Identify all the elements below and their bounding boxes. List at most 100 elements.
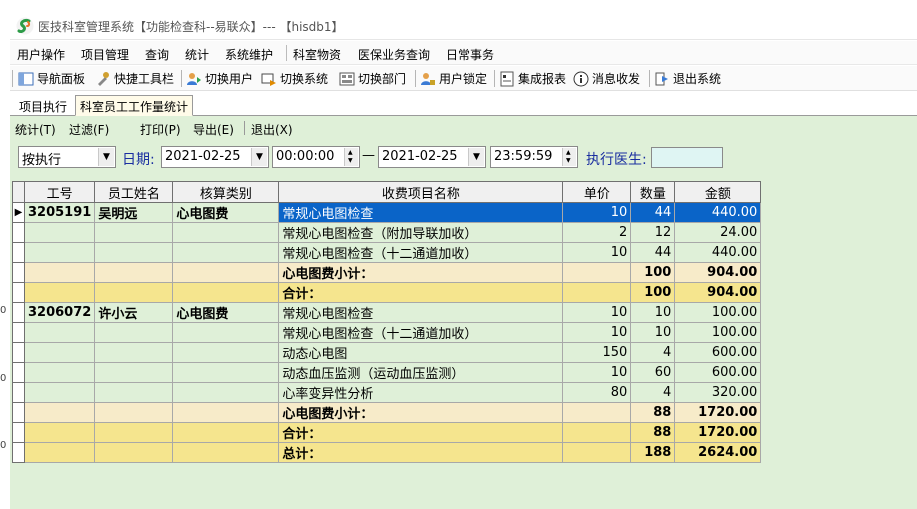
cell-item[interactable]: 常规心电图检查（附加导联加收） (278, 222, 564, 243)
cell-name[interactable] (94, 222, 174, 243)
spin-icon[interactable]: ▲ ▼ (344, 148, 358, 166)
menu-statistics[interactable]: 统计 (185, 46, 209, 63)
cell-qty[interactable]: 12 (630, 222, 676, 243)
cell-price[interactable]: 10 (562, 362, 632, 383)
cell-amount[interactable]: 100.00 (674, 302, 762, 323)
tab-staff-workload-stats[interactable]: 科室员工工作量统计 (75, 95, 194, 116)
table-row[interactable]: 动态血压监测（运动血压监测） 10 60 600.00 (12, 362, 762, 383)
table-row[interactable]: 心率变异性分析 80 4 320.00 (12, 382, 762, 403)
cell-item[interactable]: 总计： (278, 442, 564, 463)
cell-category[interactable] (172, 422, 280, 443)
cell-name[interactable] (94, 442, 174, 463)
cell-item[interactable]: 常规心电图检查（十二通道加收） (278, 322, 564, 343)
cell-category[interactable] (172, 242, 280, 263)
table-row[interactable]: 常规心电图检查（十二通道加收） 10 44 440.00 (12, 242, 762, 263)
cell-id[interactable]: 3205191 (23, 202, 96, 223)
cell-category[interactable] (172, 222, 280, 243)
cell-amount[interactable]: 100.00 (674, 322, 762, 343)
cell-price[interactable]: 10 (562, 322, 632, 343)
column-header-name[interactable]: 员工姓名 (94, 181, 174, 203)
table-row[interactable]: 常规心电图检查（十二通道加收） 10 10 100.00 (12, 322, 762, 343)
end-time-input[interactable]: 23:59:59 ▲ ▼ (490, 146, 578, 168)
cell-category[interactable]: 心电图费 (172, 302, 280, 323)
quick-toolbar-button[interactable]: 快捷工具栏 (95, 70, 174, 87)
column-header-amount[interactable]: 金额 (674, 181, 762, 203)
cell-qty[interactable]: 10 (630, 302, 676, 323)
nav-panel-button[interactable]: 导航面板 (18, 70, 85, 87)
cell-amount[interactable]: 904.00 (674, 282, 762, 303)
cell-qty[interactable]: 100 (630, 282, 676, 303)
cell-amount[interactable]: 2624.00 (674, 442, 762, 463)
switch-dept-button[interactable]: 切换部门 (339, 70, 406, 87)
chevron-down-icon[interactable]: ▼ (98, 148, 114, 166)
column-header-category[interactable]: 核算类别 (172, 181, 280, 203)
cell-qty[interactable]: 4 (630, 342, 676, 363)
table-row[interactable]: 常规心电图检查（附加导联加收） 2 12 24.00 (12, 222, 762, 243)
cell-amount[interactable]: 1720.00 (674, 402, 762, 423)
cell-id[interactable] (23, 222, 96, 243)
cell-id[interactable] (23, 342, 96, 363)
cell-price[interactable]: 2 (562, 222, 632, 243)
table-row[interactable]: 合计： 100 904.00 (12, 282, 762, 303)
cell-category[interactable] (172, 362, 280, 383)
cell-id[interactable] (23, 402, 96, 423)
menu-user-ops[interactable]: 用户操作 (17, 46, 65, 63)
start-date-picker[interactable]: 2021-02-25 ▼ (161, 146, 269, 168)
cell-qty[interactable]: 88 (630, 402, 676, 423)
column-header-qty[interactable]: 数量 (630, 181, 676, 203)
cell-amount[interactable]: 320.00 (674, 382, 762, 403)
cell-category[interactable] (172, 382, 280, 403)
cell-amount[interactable]: 440.00 (674, 202, 762, 223)
cell-name[interactable] (94, 282, 174, 303)
cell-name[interactable] (94, 262, 174, 283)
cell-price[interactable] (562, 442, 632, 463)
cell-qty[interactable]: 10 (630, 322, 676, 343)
cell-name[interactable] (94, 322, 174, 343)
cell-category[interactable] (172, 282, 280, 303)
cell-category[interactable] (172, 262, 280, 283)
spin-icon[interactable]: ▲ ▼ (562, 148, 576, 166)
cell-item[interactable]: 合计： (278, 282, 564, 303)
cell-name[interactable] (94, 342, 174, 363)
cell-price[interactable]: 150 (562, 342, 632, 363)
integrated-report-button[interactable]: 集成报表 (499, 70, 566, 87)
cell-id[interactable]: 3206072 (23, 302, 96, 323)
cell-id[interactable] (23, 362, 96, 383)
table-row[interactable]: 合计： 88 1720.00 (12, 422, 762, 443)
cell-price[interactable]: 10 (562, 202, 632, 223)
cell-name[interactable]: 许小云 (94, 302, 174, 323)
cell-id[interactable] (23, 442, 96, 463)
cell-name[interactable] (94, 402, 174, 423)
start-time-input[interactable]: 00:00:00 ▲ ▼ (272, 146, 360, 168)
table-row[interactable]: ▶ 3205191 吴明远 心电图费 常规心电图检查 10 44 440.00 (12, 202, 762, 223)
cell-item[interactable]: 动态心电图 (278, 342, 564, 363)
cell-qty[interactable]: 60 (630, 362, 676, 383)
cell-name[interactable] (94, 382, 174, 403)
cell-amount[interactable]: 600.00 (674, 342, 762, 363)
filter-button[interactable]: 过滤(F) (69, 121, 109, 138)
cell-amount[interactable]: 440.00 (674, 242, 762, 263)
cell-item[interactable]: 合计： (278, 422, 564, 443)
cell-id[interactable] (23, 422, 96, 443)
cell-item[interactable]: 心电图费小计： (278, 402, 564, 423)
cell-item[interactable]: 常规心电图检查 (278, 202, 564, 223)
cell-item[interactable]: 常规心电图检查（十二通道加收） (278, 242, 564, 263)
cell-id[interactable] (23, 242, 96, 263)
export-button[interactable]: 导出(E) (193, 121, 234, 138)
menu-daily-affairs[interactable]: 日常事务 (446, 46, 494, 63)
cell-qty[interactable]: 44 (630, 202, 676, 223)
cell-price[interactable] (562, 402, 632, 423)
table-row[interactable]: 心电图费小计： 88 1720.00 (12, 402, 762, 423)
exit-button[interactable]: 退出(X) (251, 121, 293, 138)
doctor-input[interactable] (651, 147, 723, 168)
menu-dept-supplies[interactable]: 科室物资 (293, 46, 341, 63)
cell-name[interactable] (94, 242, 174, 263)
table-row[interactable]: 心电图费小计： 100 904.00 (12, 262, 762, 283)
cell-name[interactable] (94, 362, 174, 383)
cell-qty[interactable]: 4 (630, 382, 676, 403)
menu-system-maintenance[interactable]: 系统维护 (225, 46, 273, 63)
cell-category[interactable] (172, 322, 280, 343)
cell-item[interactable]: 常规心电图检查 (278, 302, 564, 323)
cell-qty[interactable]: 88 (630, 422, 676, 443)
column-header-id[interactable]: 工号 (23, 181, 96, 203)
